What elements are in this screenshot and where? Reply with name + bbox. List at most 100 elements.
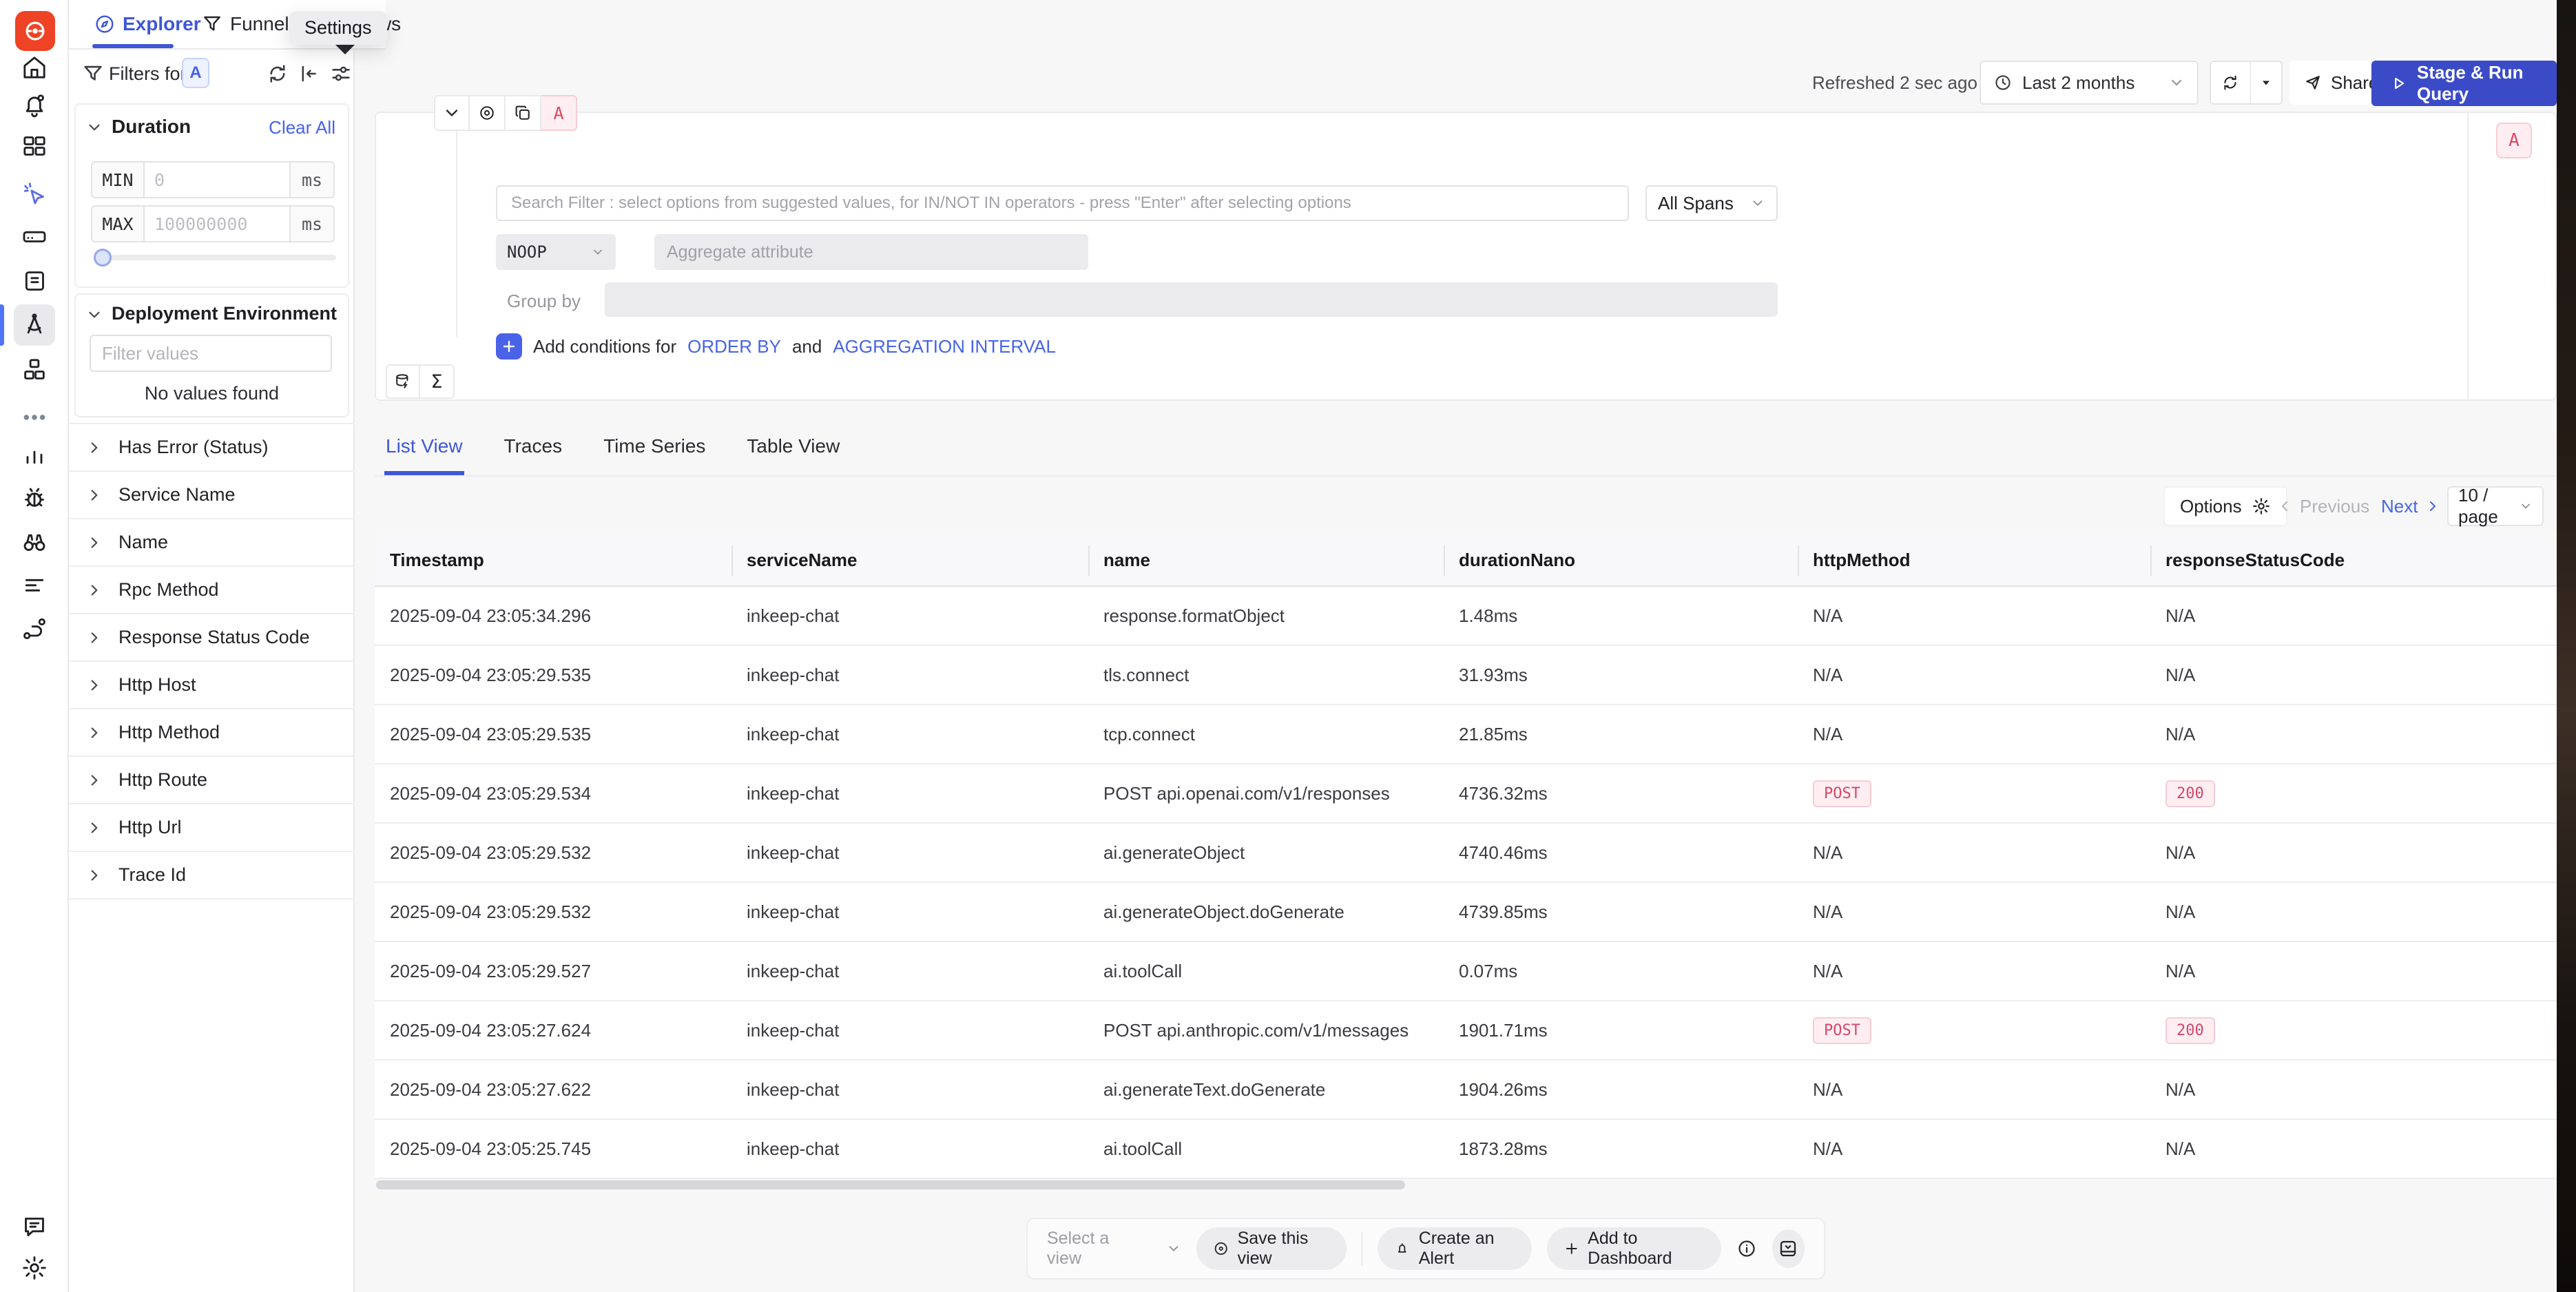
settings-gear-icon[interactable]	[14, 1247, 55, 1289]
query-copy-button[interactable]	[506, 95, 541, 131]
query-letter-chip[interactable]: A	[541, 95, 577, 131]
add-to-dashboard-button[interactable]: Add to Dashboard	[1547, 1227, 1721, 1270]
integrations-route-icon[interactable]	[14, 608, 55, 649]
column-header-responsestatuscode[interactable]: responseStatusCode	[2150, 534, 2557, 585]
group-by-input[interactable]	[605, 282, 1778, 317]
traces-compass-icon[interactable]	[14, 304, 55, 346]
min-input[interactable]	[143, 161, 291, 198]
filter-section-row[interactable]: Rpc Method	[69, 567, 355, 614]
cell-status_code: N/A	[2150, 1120, 2557, 1178]
filter-section-row[interactable]: Http Method	[69, 709, 355, 757]
aggregate-operator-select[interactable]: NOOP	[496, 234, 616, 270]
filter-section-row[interactable]: Http Route	[69, 757, 355, 804]
query-collapse-button[interactable]	[434, 95, 470, 131]
table-row[interactable]: 2025-09-04 23:05:27.622inkeep-chatai.gen…	[375, 1061, 2557, 1120]
tab-time-series[interactable]: Time Series	[602, 421, 707, 475]
time-range-value: Last 2 months	[2022, 72, 2159, 94]
slider-handle[interactable]	[94, 249, 112, 267]
cell-duration: 1.48ms	[1444, 587, 1798, 645]
formula-button[interactable]: Σ	[420, 364, 455, 399]
more-ellipsis-icon[interactable]	[14, 397, 55, 438]
order-by-link[interactable]: ORDER BY	[687, 336, 781, 357]
query-visibility-button[interactable]	[470, 95, 506, 131]
table-row[interactable]: 2025-09-04 23:05:29.535inkeep-chattcp.co…	[375, 705, 2557, 764]
cell-name: response.formatObject	[1088, 587, 1444, 645]
sync-filters-icon[interactable]	[266, 62, 289, 85]
cell-duration: 31.93ms	[1444, 646, 1798, 704]
aggregate-attribute-input[interactable]	[654, 234, 1088, 270]
dashboards-grid-icon[interactable]	[14, 125, 55, 167]
table-row[interactable]: 2025-09-04 23:05:29.532inkeep-chatai.gen…	[375, 883, 2557, 942]
info-icon[interactable]	[1736, 1238, 1757, 1259]
tab-funnels[interactable]: Funnels	[201, 0, 299, 48]
table-row[interactable]: 2025-09-04 23:05:29.532inkeep-chatai.gen…	[375, 824, 2557, 883]
collapse-footer-button[interactable]	[1772, 1229, 1805, 1268]
query-builder-toggle-button[interactable]	[386, 364, 420, 399]
filter-section-row[interactable]: Name	[69, 519, 355, 567]
horizontal-scrollbar[interactable]	[376, 1180, 1405, 1189]
tab-table-view[interactable]: Table View	[745, 421, 841, 475]
add-condition-button[interactable]	[496, 333, 522, 360]
add-to-dashboard-label: Add to Dashboard	[1588, 1229, 1704, 1269]
chevron-right-icon	[85, 866, 103, 884]
filter-section-row[interactable]: Http Url	[69, 804, 355, 852]
chevron-right-icon	[85, 676, 103, 694]
all-spans-select[interactable]: All Spans	[1645, 185, 1778, 221]
filter-section-row[interactable]: Has Error (Status)	[69, 424, 355, 472]
filter-section-row[interactable]: Response Status Code	[69, 614, 355, 662]
table-row[interactable]: 2025-09-04 23:05:27.624inkeep-chatPOST a…	[375, 1001, 2557, 1061]
query-chip-right[interactable]: A	[2496, 123, 2532, 158]
search-filter-input[interactable]	[496, 185, 1629, 221]
pipelines-list-icon[interactable]	[14, 564, 55, 605]
refresh-options-caret-icon[interactable]	[2251, 62, 2281, 103]
column-header-httpmethod[interactable]: httpMethod	[1798, 534, 2150, 585]
clear-all-link[interactable]: Clear All	[269, 117, 335, 138]
duration-slider[interactable]	[96, 255, 336, 260]
previous-button[interactable]: Previous	[2276, 486, 2369, 526]
options-button[interactable]: Options	[2163, 486, 2287, 526]
deployment-filter-input[interactable]	[90, 335, 332, 372]
service-map-binoculars-icon[interactable]	[14, 521, 55, 563]
query-a-chip[interactable]: A	[182, 58, 209, 88]
column-header-servicename[interactable]: serviceName	[731, 534, 1088, 585]
save-view-button[interactable]: Save this view	[1196, 1227, 1346, 1270]
home-icon[interactable]	[14, 47, 55, 88]
column-header-durationnano[interactable]: durationNano	[1444, 534, 1798, 585]
filter-settings-icon[interactable]	[329, 62, 353, 85]
support-chat-icon[interactable]	[14, 1207, 55, 1248]
column-header-name[interactable]: name	[1088, 534, 1444, 585]
get-started-cursor-icon[interactable]	[14, 173, 55, 214]
table-row[interactable]: 2025-09-04 23:05:29.527inkeep-chatai.too…	[375, 942, 2557, 1001]
refresh-icon[interactable]	[2211, 62, 2251, 103]
create-alert-button[interactable]: Create an Alert	[1378, 1227, 1531, 1270]
time-range-select[interactable]: Last 2 months	[1980, 61, 2199, 105]
collapse-filters-icon[interactable]	[298, 62, 321, 85]
aggregation-interval-link[interactable]: AGGREGATION INTERVAL	[833, 336, 1056, 357]
exceptions-bug-icon[interactable]	[14, 477, 55, 519]
stage-run-query-button[interactable]: Stage & Run Query	[2371, 61, 2557, 106]
next-button[interactable]: Next	[2381, 486, 2441, 526]
services-cubes-icon[interactable]	[14, 349, 55, 390]
tab-traces[interactable]: Traces	[503, 421, 564, 475]
filter-section-row[interactable]: Service Name	[69, 472, 355, 519]
page-size-select[interactable]: 10 / page	[2447, 486, 2544, 526]
filter-section-row[interactable]: Http Host	[69, 662, 355, 709]
filter-section-row[interactable]: Trace Id	[69, 852, 355, 899]
tab-list-view[interactable]: List View	[384, 421, 464, 475]
max-input[interactable]	[143, 205, 291, 242]
signoz-logo-icon[interactable]	[15, 11, 55, 51]
logs-scroll-icon[interactable]	[14, 260, 55, 302]
table-row[interactable]: 2025-09-04 23:05:29.535inkeep-chattls.co…	[375, 646, 2557, 705]
metrics-bars-icon[interactable]	[14, 435, 55, 476]
table-row[interactable]: 2025-09-04 23:05:25.745inkeep-chatai.too…	[375, 1120, 2557, 1179]
chevron-down-icon[interactable]	[85, 306, 103, 324]
table-row[interactable]: 2025-09-04 23:05:34.296inkeep-chatrespon…	[375, 587, 2557, 646]
table-row[interactable]: 2025-09-04 23:05:29.534inkeep-chatPOST a…	[375, 764, 2557, 824]
query-right-divider	[2467, 113, 2469, 399]
alerts-bell-icon[interactable]	[14, 85, 55, 126]
infrastructure-server-icon[interactable]	[14, 216, 55, 257]
chevron-down-icon[interactable]	[85, 118, 103, 136]
tab-explorer[interactable]: Explorer	[94, 0, 201, 48]
column-header-timestamp[interactable]: Timestamp	[375, 534, 731, 585]
view-select[interactable]: Select a view	[1047, 1229, 1181, 1269]
